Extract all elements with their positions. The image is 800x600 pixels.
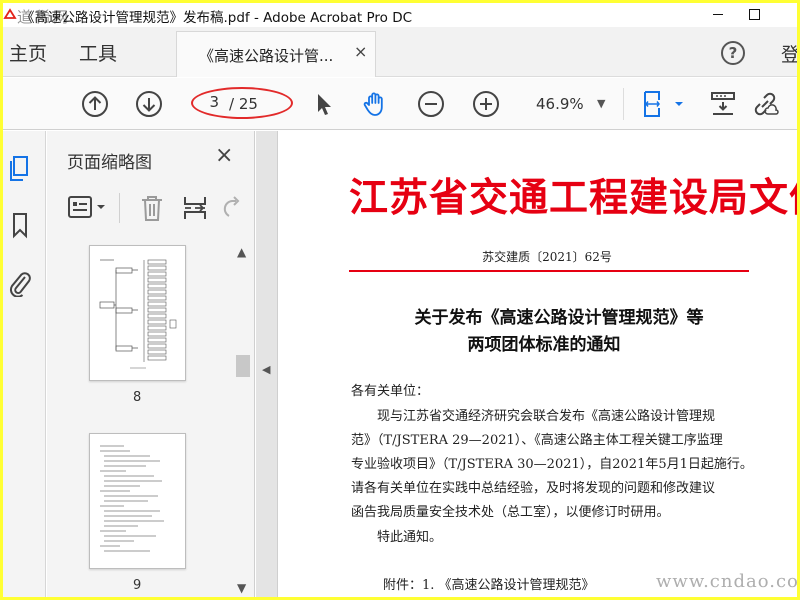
scrollbar-thumb[interactable] xyxy=(236,355,250,377)
document-view: 江苏省交通工程建设局文件 苏交建质〔2021〕62号 关于发布《高速公路设计管理… xyxy=(279,131,797,597)
previous-page-icon[interactable] xyxy=(81,90,109,118)
maximize-button[interactable] xyxy=(745,3,763,25)
acrobat-app-icon xyxy=(3,8,17,20)
navigation-rail xyxy=(3,131,46,597)
menu-home[interactable]: 主页 xyxy=(9,39,47,66)
menu-tools[interactable]: 工具 xyxy=(79,39,117,66)
panel-collapse-handle[interactable]: ◀ xyxy=(256,131,278,597)
document-tab-label: 《高速公路设计管... xyxy=(199,47,334,65)
undo-rotate-icon[interactable] xyxy=(221,196,243,220)
red-annotation-ellipse xyxy=(191,87,293,119)
body-line-5: 请各有关单位在实践中总结经验，及时将发现的问题和修改建议 xyxy=(351,481,716,496)
toolbar-divider xyxy=(623,88,624,120)
sign-in-link[interactable]: 登 xyxy=(781,40,797,67)
document-number: 苏交建质〔2021〕62号 xyxy=(482,250,612,264)
body-line-2: 现与江苏省交通经济研究会联合发布《高速公路设计管理规 xyxy=(377,409,716,424)
body-line-7: 特此通知。 xyxy=(377,530,443,545)
zoom-in-icon[interactable] xyxy=(472,90,500,118)
thumbnail-scrollbar[interactable]: ▲ ▼ xyxy=(235,245,251,597)
watermark-bottom: www.cndao.com xyxy=(656,571,797,592)
body-line-4: 专业验收项目》（T/JSTERA 30—2021），自2021年5月1日起施行。 xyxy=(351,457,753,472)
watermark-top: 道稀网 xyxy=(17,8,72,26)
notice-title-line-1: 关于发布《高速公路设计管理规范》等 xyxy=(414,308,704,328)
red-divider-line xyxy=(349,270,749,272)
collapse-arrow-icon[interactable]: ◀ xyxy=(262,363,270,376)
page-9-preview xyxy=(100,445,164,552)
select-cursor-icon[interactable] xyxy=(309,90,337,118)
panel-toolbar xyxy=(47,189,254,229)
document-header-title: 江苏省交通工程建设局文件 xyxy=(349,175,797,221)
window-title: 《高速公路设计管理规范》发布稿.pdf - Adobe Acrobat Pro … xyxy=(21,10,413,26)
delete-page-icon[interactable] xyxy=(139,194,165,222)
notice-title-line-2: 两项团体标准的通知 xyxy=(467,335,621,355)
thumbnail-page-9[interactable] xyxy=(89,433,186,569)
tab-bar: 主页 工具 《高速公路设计管... × ? 登 xyxy=(3,27,797,77)
document-tab[interactable]: 《高速公路设计管... × xyxy=(176,31,376,77)
bookmarks-icon[interactable] xyxy=(10,211,30,239)
page-thumbnails-panel: 页面缩略图 × 8 9 ▲ ▼ xyxy=(47,131,255,597)
share-link-icon[interactable] xyxy=(751,90,779,118)
page-thumbnails-icon[interactable] xyxy=(8,155,32,183)
hand-tool-icon[interactable] xyxy=(361,90,389,118)
body-line-6: 函告我局质量安全技术处（总工室），以便修订时研用。 xyxy=(351,505,670,520)
scroll-mode-icon[interactable] xyxy=(709,90,737,118)
acrobat-window: 《高速公路设计管理规范》发布稿.pdf - Adobe Acrobat Pro … xyxy=(3,3,797,597)
page-fit-icon[interactable] xyxy=(641,90,685,118)
page-8-preview xyxy=(99,259,177,369)
panel-toolbar-divider xyxy=(119,193,120,223)
options-menu-icon[interactable] xyxy=(67,194,113,220)
minimize-button[interactable] xyxy=(709,3,727,25)
thumbnail-label-9: 9 xyxy=(133,578,142,593)
zoom-level[interactable]: 46.9% xyxy=(536,95,584,113)
help-icon[interactable]: ? xyxy=(721,41,745,65)
thumbnail-label-8: 8 xyxy=(133,390,142,405)
thumbnail-page-8[interactable] xyxy=(89,245,186,381)
scroll-up-icon[interactable]: ▲ xyxy=(237,245,246,259)
next-page-icon[interactable] xyxy=(135,90,163,118)
attachments-icon[interactable] xyxy=(8,267,32,297)
panel-title: 页面缩略图 xyxy=(67,153,152,173)
body-line-1: 各有关单位： xyxy=(351,384,430,399)
main-toolbar: 3 / 25 46.9% ▼ xyxy=(3,78,797,130)
zoom-out-icon[interactable] xyxy=(417,90,445,118)
zoom-dropdown-icon[interactable]: ▼ xyxy=(597,97,605,110)
body-line-8: 附件：1. 《高速公路设计管理规范》 xyxy=(383,578,595,593)
close-tab-icon[interactable]: × xyxy=(354,42,367,61)
title-bar: 《高速公路设计管理规范》发布稿.pdf - Adobe Acrobat Pro … xyxy=(3,3,797,27)
panel-close-icon[interactable]: × xyxy=(215,143,233,168)
scroll-down-icon[interactable]: ▼ xyxy=(237,581,246,595)
insert-page-icon[interactable] xyxy=(181,194,209,222)
body-line-3: 范》（T/JSTERA 29—2021）、《高速公路主体工程关键工序监理 xyxy=(351,433,723,448)
